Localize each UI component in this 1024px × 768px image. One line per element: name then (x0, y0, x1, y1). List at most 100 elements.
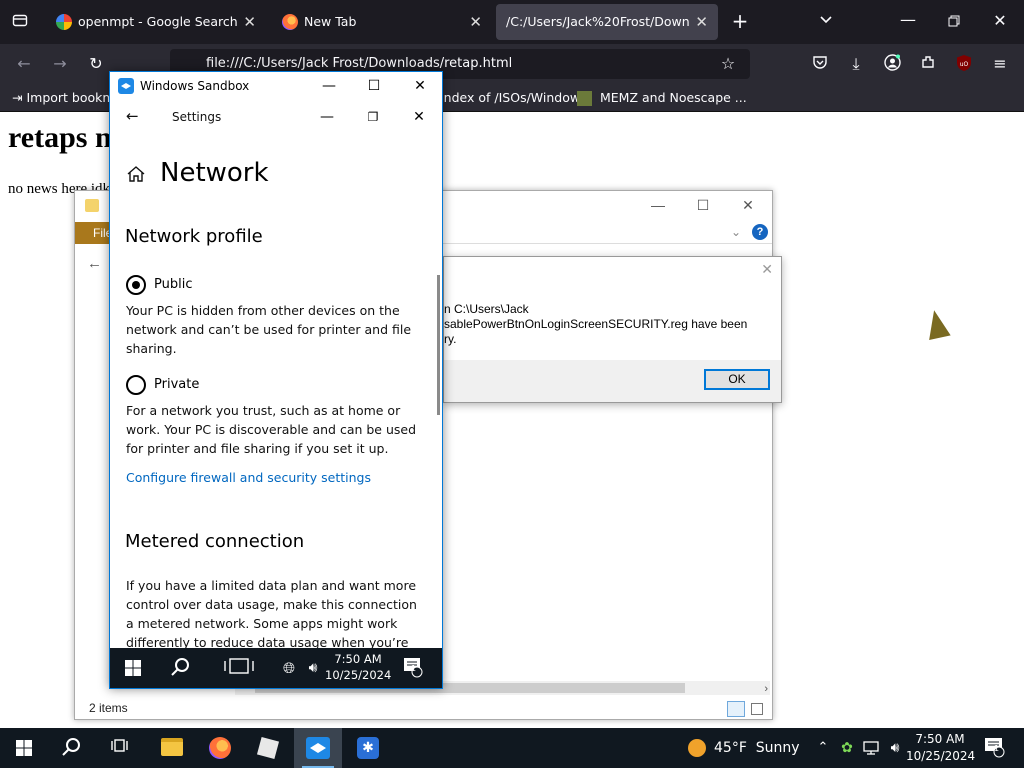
firewall-settings-link[interactable]: Configure firewall and security settings (126, 470, 371, 485)
forward-icon[interactable]: → (50, 54, 70, 74)
tab-overview-icon[interactable] (10, 12, 30, 33)
search-icon[interactable] (59, 736, 85, 760)
account-icon[interactable] (882, 54, 902, 76)
task-view-icon[interactable] (106, 736, 132, 760)
weather-temp: 45°F (714, 740, 747, 756)
close-tab-icon[interactable]: ✕ (469, 4, 482, 40)
show-hidden-icons-icon[interactable]: ⌃ (810, 736, 836, 760)
memz-favicon-icon (577, 91, 592, 106)
volume-icon[interactable]: 🔊︎ (300, 656, 326, 680)
taskbar-roblox[interactable] (244, 728, 292, 768)
settings-minimize-icon[interactable]: — (304, 101, 350, 130)
sandbox-clock[interactable]: 7:50 AM 10/25/2024 (325, 651, 391, 683)
tray-app-icon[interactable]: ✿ (834, 736, 860, 760)
details-view-icon[interactable] (727, 701, 745, 717)
action-center-icon[interactable]: 1 (982, 736, 1008, 760)
list-tabs-icon[interactable] (816, 12, 836, 32)
close-tab-icon[interactable]: ✕ (695, 4, 708, 40)
explorer-minimize-icon[interactable]: — (635, 191, 681, 220)
explorer-maximize-icon[interactable]: ☐ (680, 191, 726, 220)
weather-text: Sunny (755, 740, 800, 756)
file-explorer-icon (161, 738, 183, 756)
taskbar-firefox[interactable] (196, 728, 244, 768)
menu-icon[interactable]: ≡ (990, 54, 1010, 74)
metered-description: If you have a limited data plan and want… (126, 578, 417, 650)
home-icon[interactable] (125, 163, 147, 185)
network-icon[interactable] (858, 736, 884, 760)
scroll-right-icon[interactable]: › (764, 683, 768, 695)
settings-title: Settings (172, 110, 222, 124)
sandbox-close-icon[interactable]: ✕ (397, 72, 442, 101)
restore-icon[interactable] (944, 12, 964, 32)
tab-new-tab[interactable]: New Tab ✕ (270, 4, 492, 40)
network-settings-content: Network Network profile Public Your PC i… (110, 133, 442, 650)
bookmark-star-icon[interactable]: ☆ (718, 54, 738, 74)
dialog-footer: OK (444, 360, 781, 402)
public-radio[interactable] (126, 275, 146, 295)
private-radio[interactable] (126, 375, 146, 395)
bookmark-memz[interactable]: MEMZ and Noescape ... (577, 84, 747, 112)
sandbox-icon (306, 737, 330, 759)
metered-connection-heading: Metered connection (125, 531, 305, 552)
network-globe-icon[interactable]: 🌐︎ (276, 656, 302, 680)
bookmark-isos[interactable]: Index of /ISOs/Windows (440, 84, 587, 112)
explorer-close-icon[interactable]: ✕ (725, 191, 771, 220)
tab-bar: openmpt - Google Search ✕ New Tab ✕ /C:/… (0, 0, 1024, 44)
close-window-icon[interactable]: ✕ (990, 11, 1010, 31)
svg-text:uO: uO (960, 61, 969, 68)
back-icon[interactable]: ← (14, 54, 34, 74)
private-description: For a network you trust, such as at home… (126, 403, 417, 456)
volume-icon[interactable]: 🔊︎ (882, 736, 908, 760)
sandbox-maximize-icon[interactable]: ☐ (351, 72, 397, 101)
help-icon[interactable]: ? (752, 224, 768, 240)
pocket-icon[interactable] (810, 54, 830, 75)
private-label[interactable]: Private (154, 377, 199, 392)
tab-google-search[interactable]: openmpt - Google Search ✕ (44, 4, 266, 40)
regedit-message-dialog: ✕ n C:\Users\Jack sablePowerBtnOnLoginSc… (443, 256, 782, 403)
reload-icon[interactable]: ↻ (86, 54, 106, 74)
search-icon[interactable] (168, 656, 194, 680)
taskbar-app[interactable]: ✱ (344, 728, 392, 768)
dialog-close-icon[interactable]: ✕ (761, 261, 773, 278)
ribbon-expand-icon[interactable]: ⌄ (731, 225, 741, 239)
tab-label: /C:/Users/Jack%20Frost/Downloads/retap.h… (506, 14, 690, 29)
large-icons-view-icon[interactable] (751, 703, 763, 715)
explorer-back-icon[interactable]: ← (87, 255, 102, 272)
tab-retap[interactable]: /C:/Users/Jack%20Frost/Downloads/retap.h… (496, 4, 718, 40)
weather-widget[interactable]: 45°F Sunny (688, 728, 800, 768)
close-tab-icon[interactable]: ✕ (243, 4, 256, 40)
clock-time: 7:50 AM (334, 652, 382, 666)
public-description: Your PC is hidden from other devices on … (126, 303, 412, 356)
notification-count: 1 (411, 664, 417, 673)
ok-button[interactable]: OK (704, 369, 770, 390)
bookmark-label: Index of /ISOs/Windows (440, 90, 587, 105)
network-profile-heading: Network profile (125, 226, 263, 247)
start-icon[interactable] (120, 656, 146, 680)
downloads-icon[interactable]: ⤓ (846, 54, 866, 74)
system-clock[interactable]: 7:50 AM 10/25/2024 (906, 731, 975, 765)
settings-restore-icon[interactable]: ❐ (350, 101, 396, 130)
firefox-icon (282, 14, 298, 30)
gear-app-icon: ✱ (357, 737, 379, 759)
task-view-icon[interactable] (220, 656, 260, 680)
taskbar-file-explorer[interactable] (148, 728, 196, 768)
settings-close-icon[interactable]: ✕ (396, 101, 442, 130)
taskbar-windows-sandbox[interactable] (294, 728, 342, 768)
new-tab-icon[interactable]: + (730, 11, 750, 31)
start-icon[interactable] (11, 736, 37, 760)
google-icon (56, 14, 72, 30)
sandbox-minimize-icon[interactable]: — (306, 72, 352, 101)
extensions-icon[interactable] (918, 54, 938, 75)
sandbox-title: Windows Sandbox (140, 79, 250, 93)
ublock-icon[interactable]: uO (954, 54, 974, 77)
notification-count: 1 (994, 744, 1000, 753)
sandbox-taskbar: 🌐︎ 🔊︎ 7:50 AM 10/25/2024 1 (110, 648, 442, 688)
dialog-message: n C:\Users\Jack sablePowerBtnOnLoginScre… (444, 302, 764, 347)
back-arrow-icon[interactable]: ← (126, 107, 139, 125)
message-line: n C:\Users\Jack (444, 302, 529, 316)
action-center-icon[interactable]: 1 (400, 656, 426, 680)
settings-scrollbar[interactable] (437, 275, 440, 415)
public-label[interactable]: Public (154, 277, 192, 292)
minimize-icon[interactable]: — (898, 10, 918, 30)
sandbox-title-bar[interactable]: Windows Sandbox — ☐ ✕ (110, 72, 442, 101)
